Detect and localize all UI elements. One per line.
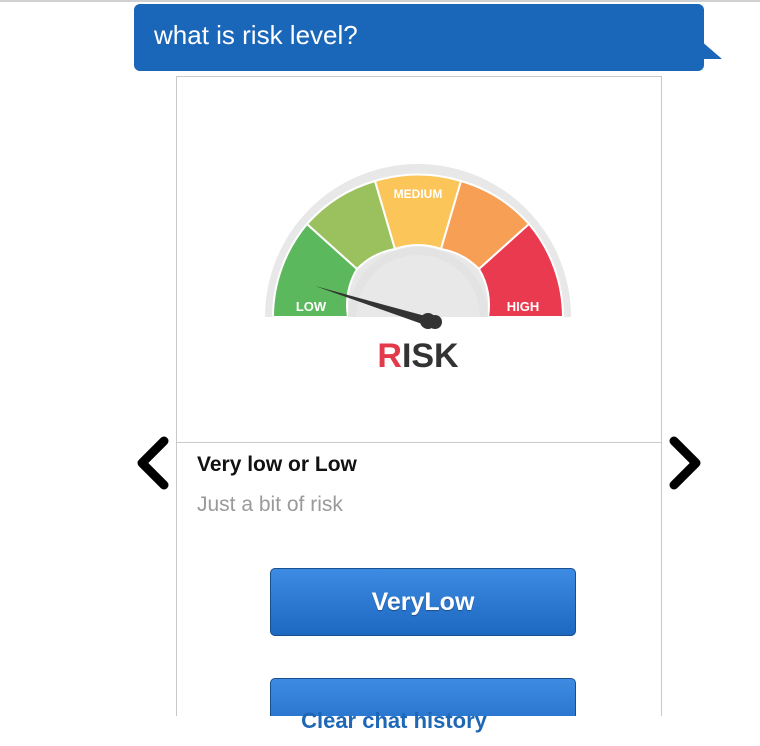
top-divider bbox=[0, 0, 760, 2]
user-message-bubble: what is risk level? bbox=[134, 4, 704, 71]
card-title: Very low or Low bbox=[197, 453, 357, 476]
chevron-left-icon[interactable] bbox=[134, 435, 174, 495]
gauge-caption-first: R bbox=[377, 337, 402, 375]
card-divider bbox=[177, 442, 661, 443]
chat-window: what is risk level? LOW MEDIUM HIGH RISK bbox=[0, 0, 760, 746]
bubble-tail bbox=[700, 40, 722, 59]
gauge-caption-rest: ISK bbox=[402, 337, 459, 375]
chevron-right-icon[interactable] bbox=[664, 435, 704, 495]
risk-gauge-image: LOW MEDIUM HIGH RISK bbox=[265, 164, 571, 375]
clear-chat-history-link[interactable]: Clear chat history bbox=[0, 708, 760, 734]
gauge-label-medium: MEDIUM bbox=[394, 187, 443, 201]
user-message-text: what is risk level? bbox=[154, 20, 358, 50]
gauge-needle-cap bbox=[428, 315, 442, 329]
card-subtitle: Just a bit of risk bbox=[197, 493, 343, 516]
gauge-label-high: HIGH bbox=[507, 299, 540, 314]
response-card: LOW MEDIUM HIGH RISK Very low or Low Jus… bbox=[176, 76, 662, 716]
gauge-caption: RISK bbox=[377, 337, 459, 375]
very-low-button[interactable]: VeryLow bbox=[270, 568, 576, 636]
gauge-label-low: LOW bbox=[296, 299, 327, 314]
